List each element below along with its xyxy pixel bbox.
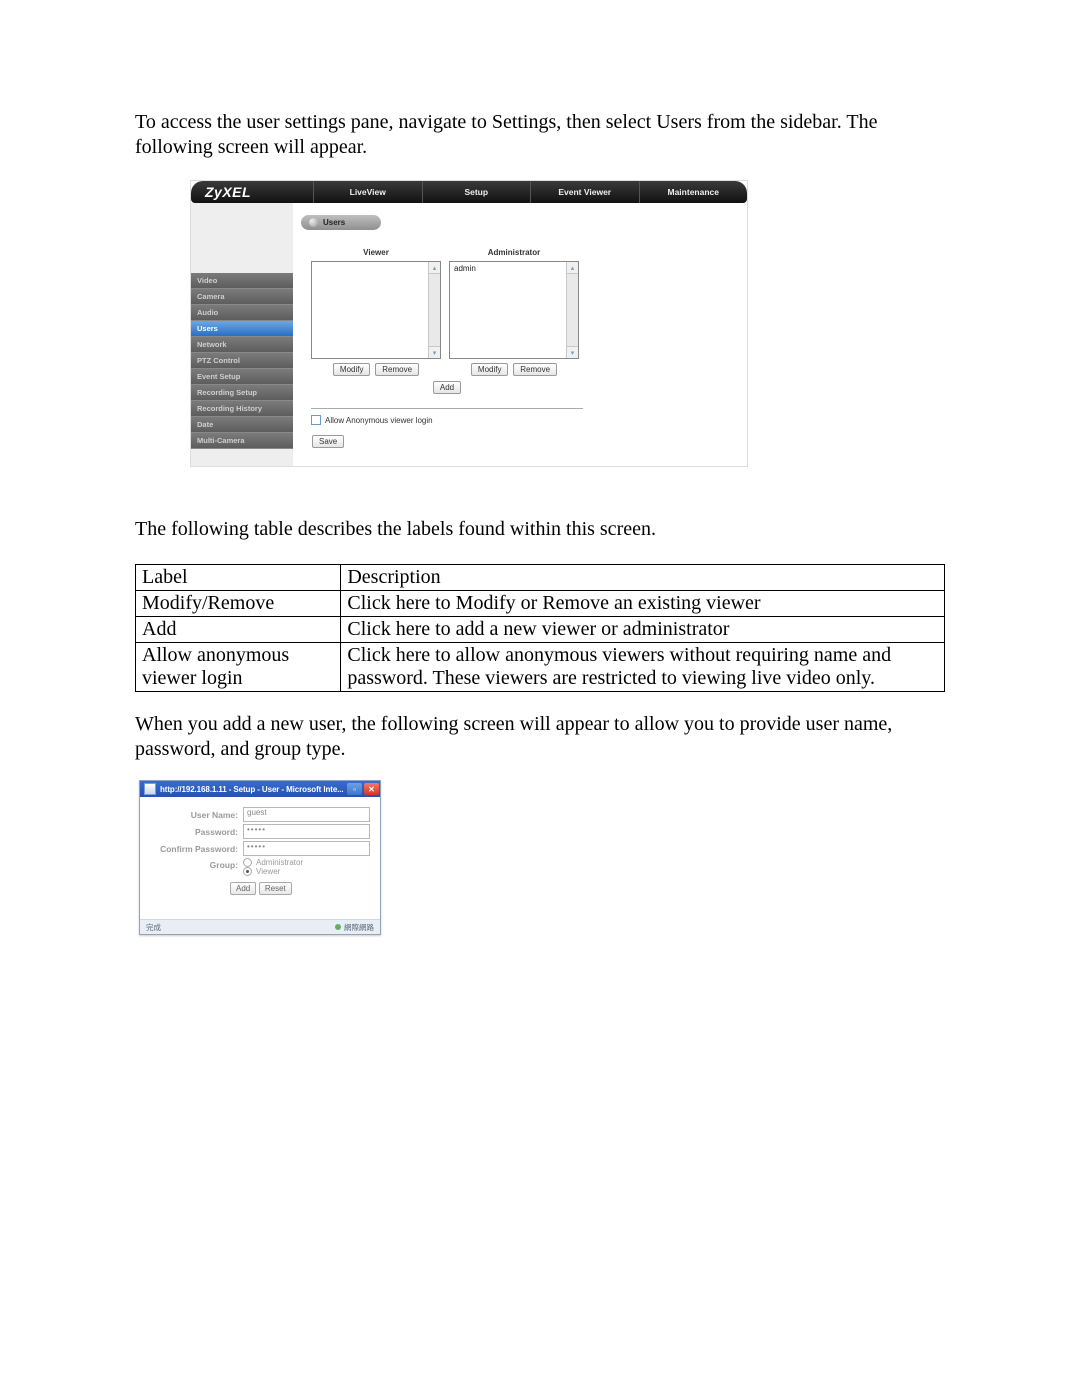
password-label: Password: bbox=[150, 827, 243, 837]
cell-label: Add bbox=[136, 617, 341, 643]
badge-dot-icon bbox=[309, 218, 318, 227]
users-screen: ZyXEL LiveView Setup Event Viewer Mainte… bbox=[190, 180, 748, 467]
scrollbar[interactable]: ▴ ▾ bbox=[428, 262, 440, 358]
minimize-icon[interactable]: ▫ bbox=[347, 783, 362, 795]
table-row: Modify/Remove Click here to Modify or Re… bbox=[136, 591, 945, 617]
viewer-listbox[interactable]: ▴ ▾ bbox=[311, 261, 441, 359]
badge-label: Users bbox=[323, 218, 345, 227]
sidebar-item-network[interactable]: Network bbox=[191, 337, 293, 353]
allow-anonymous-checkbox[interactable] bbox=[311, 415, 321, 425]
radio-administrator[interactable] bbox=[243, 858, 252, 867]
separator bbox=[311, 408, 583, 409]
viewer-modify-button[interactable]: Modify bbox=[333, 363, 371, 376]
sidebar-item-multicamera[interactable]: Multi-Camera bbox=[191, 433, 293, 449]
username-label: User Name: bbox=[150, 810, 243, 820]
confirm-password-field[interactable]: ••••• bbox=[243, 841, 370, 856]
column-header-admin: Administrator bbox=[449, 248, 579, 257]
dialog-intro-paragraph: When you add a new user, the following s… bbox=[135, 712, 945, 762]
admin-listbox[interactable]: admin ▴ ▾ bbox=[449, 261, 579, 359]
status-bar: 完成 網際網路 bbox=[140, 919, 380, 934]
dialog-reset-button[interactable]: Reset bbox=[259, 882, 292, 895]
password-field[interactable]: ••••• bbox=[243, 824, 370, 839]
scroll-up-icon[interactable]: ▴ bbox=[567, 262, 578, 274]
add-button[interactable]: Add bbox=[433, 381, 461, 394]
nav-maintenance[interactable]: Maintenance bbox=[639, 181, 748, 203]
close-icon[interactable]: ✕ bbox=[364, 783, 379, 795]
status-left-text: 完成 bbox=[146, 922, 161, 933]
scrollbar[interactable]: ▴ ▾ bbox=[566, 262, 578, 358]
admin-remove-button[interactable]: Remove bbox=[513, 363, 557, 376]
column-header-viewer: Viewer bbox=[311, 248, 441, 257]
sidebar-item-camera[interactable]: Camera bbox=[191, 289, 293, 305]
top-nav: ZyXEL LiveView Setup Event Viewer Mainte… bbox=[191, 181, 747, 203]
table-row: Allow anonymous viewer login Click here … bbox=[136, 643, 945, 692]
dialog-add-button[interactable]: Add bbox=[230, 882, 256, 895]
sidebar-item-users[interactable]: Users bbox=[191, 321, 293, 337]
save-button[interactable]: Save bbox=[312, 435, 344, 448]
sidebar-item-recording-setup[interactable]: Recording Setup bbox=[191, 385, 293, 401]
panel-badge: Users bbox=[301, 215, 381, 230]
ie-page-icon bbox=[144, 783, 156, 795]
cell-desc: Click here to Modify or Remove an existi… bbox=[341, 591, 945, 617]
radio-admin-label: Administrator bbox=[256, 858, 303, 867]
table-header-row: Label Description bbox=[136, 565, 945, 591]
sidebar: Video Camera Audio Users Network PTZ Con… bbox=[191, 203, 293, 466]
th-description: Description bbox=[341, 565, 945, 591]
sidebar-item-eventsetup[interactable]: Event Setup bbox=[191, 369, 293, 385]
radio-viewer[interactable] bbox=[243, 867, 252, 876]
description-table: Label Description Modify/Remove Click he… bbox=[135, 564, 945, 692]
scroll-down-icon[interactable]: ▾ bbox=[429, 346, 440, 358]
cell-label: Modify/Remove bbox=[136, 591, 341, 617]
viewer-remove-button[interactable]: Remove bbox=[375, 363, 419, 376]
add-user-dialog: http://192.168.1.11 - Setup - User - Mic… bbox=[139, 780, 381, 935]
group-label: Group: bbox=[150, 858, 243, 870]
cell-desc: Click here to allow anonymous viewers wi… bbox=[341, 643, 945, 692]
nav-eventviewer[interactable]: Event Viewer bbox=[530, 181, 639, 203]
sidebar-item-ptz[interactable]: PTZ Control bbox=[191, 353, 293, 369]
sidebar-item-recording-history[interactable]: Recording History bbox=[191, 401, 293, 417]
allow-anonymous-label: Allow Anonymous viewer login bbox=[325, 416, 433, 425]
nav-setup[interactable]: Setup bbox=[422, 181, 531, 203]
dialog-title-text: http://192.168.1.11 - Setup - User - Mic… bbox=[160, 785, 345, 794]
th-label: Label bbox=[136, 565, 341, 591]
dialog-titlebar: http://192.168.1.11 - Setup - User - Mic… bbox=[140, 781, 380, 797]
scroll-up-icon[interactable]: ▴ bbox=[429, 262, 440, 274]
radio-viewer-label: Viewer bbox=[256, 867, 280, 876]
logo: ZyXEL bbox=[191, 184, 313, 200]
status-right-text: 網際網路 bbox=[344, 922, 374, 933]
scroll-down-icon[interactable]: ▾ bbox=[567, 346, 578, 358]
cell-desc: Click here to add a new viewer or admini… bbox=[341, 617, 945, 643]
confirm-password-label: Confirm Password: bbox=[150, 844, 243, 854]
table-intro-paragraph: The following table describes the labels… bbox=[135, 517, 945, 542]
cell-label: Allow anonymous viewer login bbox=[136, 643, 341, 692]
username-field[interactable]: guest bbox=[243, 807, 370, 822]
admin-item[interactable]: admin bbox=[454, 264, 476, 273]
sidebar-item-audio[interactable]: Audio bbox=[191, 305, 293, 321]
table-row: Add Click here to add a new viewer or ad… bbox=[136, 617, 945, 643]
internet-zone-icon bbox=[335, 924, 341, 930]
intro-paragraph: To access the user settings pane, naviga… bbox=[135, 110, 945, 160]
nav-liveview[interactable]: LiveView bbox=[313, 181, 422, 203]
admin-modify-button[interactable]: Modify bbox=[471, 363, 509, 376]
sidebar-item-video[interactable]: Video bbox=[191, 273, 293, 289]
sidebar-item-date[interactable]: Date bbox=[191, 417, 293, 433]
